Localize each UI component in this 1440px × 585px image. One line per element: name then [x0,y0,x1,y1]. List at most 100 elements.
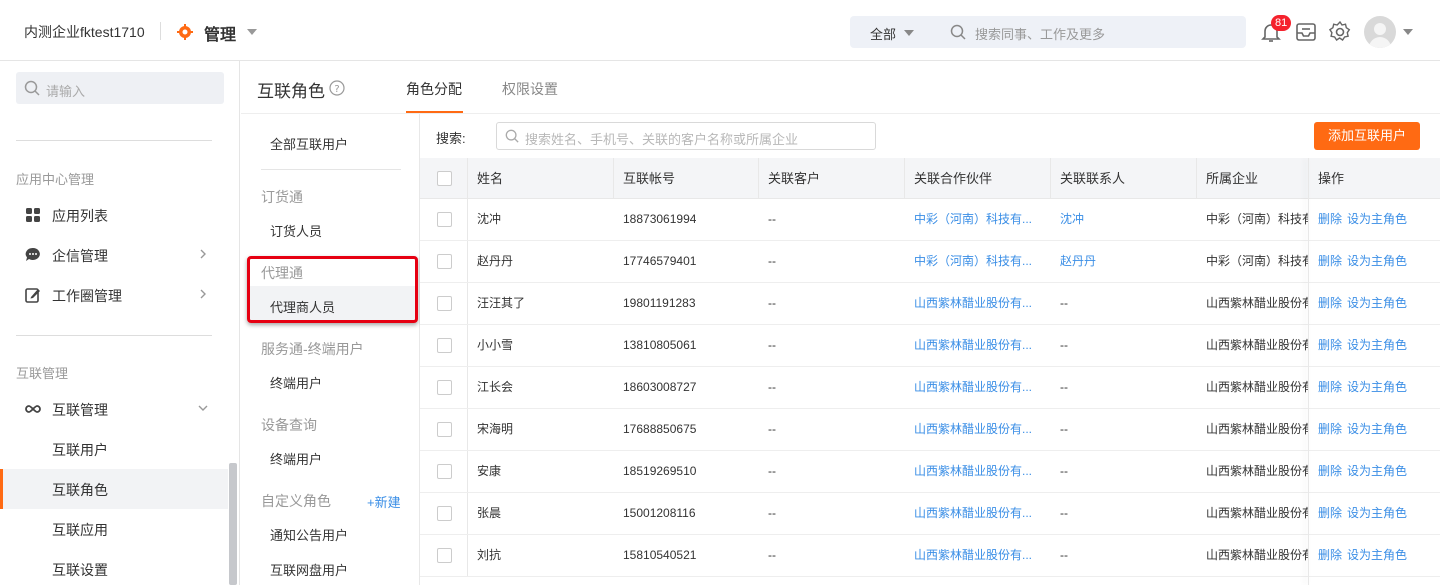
sidebar-item-interconnect-manage[interactable]: 互联管理 [0,389,228,429]
row-checkbox[interactable] [437,464,452,479]
delete-link[interactable]: 删除 [1318,325,1342,366]
table-row[interactable]: 江长会 18603008727 -- 山西紫林醋业股份有... -- 山西紫林醋业股份有删… [420,367,1440,409]
sidebar-search-placeholder: 请输入 [46,84,86,99]
sidebar-item-interconnect-settings[interactable]: 互联设置 [0,549,228,585]
cell-contact: -- [1060,506,1068,520]
avatar[interactable] [1364,16,1396,48]
global-search[interactable]: 全部 搜索同事、工作及更多 [850,16,1246,48]
select-all-checkbox[interactable] [437,171,452,186]
delete-link[interactable]: 删除 [1318,451,1342,492]
role-item-all-users[interactable]: 全部互联用户 [270,134,348,153]
row-checkbox[interactable] [437,380,452,395]
role-item[interactable]: 互联网盘用户 [270,560,348,579]
sidebar-item-interconnect-users[interactable]: 互联用户 [0,429,228,469]
role-item[interactable]: 终端用户 [270,373,322,392]
cell-customer: -- [768,296,776,310]
table-row[interactable]: 刘抗 15810540521 -- 山西紫林醋业股份有... -- 山西紫林醋业股份有 删除… [420,535,1440,577]
sidebar-item-messaging[interactable]: 企信管理 [0,235,228,275]
delete-link[interactable]: 删除 [1318,283,1342,324]
cell-company: 山西紫林醋业股份有 [1206,506,1308,520]
column-header: 所属企业 [1206,171,1259,186]
chevron-down-icon[interactable] [904,30,914,36]
delete-link[interactable]: 删除 [1318,199,1342,240]
cell-partner-link[interactable]: 山西紫林醋业股份有... [914,409,1032,450]
row-checkbox[interactable] [437,254,452,269]
cell-partner-link[interactable]: 山西紫林醋业股份有... [914,535,1032,576]
sidebar-item-interconnect-roles[interactable]: 互联角色 [0,469,228,509]
cell-customer: -- [768,422,776,436]
sidebar-item-workcircle[interactable]: 工作圈管理 [0,275,228,315]
help-icon[interactable]: ? [329,80,345,96]
set-primary-role-link[interactable]: 设为主角色 [1347,241,1407,282]
delete-link[interactable]: 删除 [1318,535,1342,576]
sidebar-search-input[interactable]: 请输入 [16,72,224,104]
delete-link[interactable]: 删除 [1318,493,1342,534]
row-checkbox[interactable] [437,506,452,521]
chevron-down-icon[interactable] [1403,29,1413,35]
column-header: 姓名 [477,171,504,186]
row-checkbox[interactable] [437,548,452,563]
cell-contact[interactable]: 赵丹丹 [1060,241,1096,282]
tab-role-assign[interactable]: 角色分配 [406,79,462,99]
inbox-icon[interactable] [1294,20,1318,44]
table-row[interactable]: 赵丹丹 17746579401 -- 中彩（河南）科技有... 赵丹丹 中彩（河南）科技有… [420,241,1440,283]
cell-customer: -- [768,464,776,478]
global-search-input[interactable]: 搜索同事、工作及更多 [975,24,1105,43]
sidebar-scrollbar[interactable] [229,463,237,585]
table-row[interactable]: 安康 18519269510 -- 山西紫林醋业股份有... -- 山西紫林醋业股份有 删除… [420,451,1440,493]
add-interconnect-user-button[interactable]: 添加互联用户 [1314,122,1420,150]
table-row[interactable]: 沈冲 18873061994 -- 中彩（河南）科技有... 沈冲 中彩（河南）科技有 删除… [420,199,1440,241]
table-row[interactable]: 张晨 15001208116 -- 山西紫林醋业股份有... -- 山西紫林醋业股份有 删除… [420,493,1440,535]
row-checkbox[interactable] [437,212,452,227]
set-primary-role-link[interactable]: 设为主角色 [1347,451,1407,492]
set-primary-role-link[interactable]: 设为主角色 [1347,493,1407,534]
cell-partner-link[interactable]: 山西紫林醋业股份有... [914,325,1032,366]
sidebar-item-label: 互联应用 [52,522,108,538]
cell-partner-link[interactable]: 山西紫林醋业股份有... [914,493,1032,534]
set-primary-role-link[interactable]: 设为主角色 [1347,325,1407,366]
new-role-link[interactable]: +新建 [367,492,401,511]
role-item[interactable]: 订货人员 [270,221,322,240]
set-primary-role-link[interactable]: 设为主角色 [1347,199,1407,240]
sidebar-item-label: 企信管理 [52,248,108,264]
set-primary-role-link[interactable]: 设为主角色 [1347,367,1407,408]
cell-contact: -- [1060,464,1068,478]
set-primary-role-link[interactable]: 设为主角色 [1347,283,1407,324]
row-checkbox[interactable] [437,338,452,353]
search-scope-select[interactable]: 全部 [870,24,896,43]
app-title[interactable]: 管理 [204,21,236,45]
set-primary-role-link[interactable]: 设为主角色 [1347,409,1407,450]
delete-link[interactable]: 删除 [1318,367,1342,408]
chevron-down-icon[interactable] [247,29,257,35]
role-item[interactable]: 通知公告用户 [270,525,348,544]
cell-name: 沈冲 [477,212,502,226]
tab-permission-settings[interactable]: 权限设置 [502,79,558,99]
column-divider [467,451,468,492]
cell-partner-link[interactable]: 中彩（河南）科技有... [914,199,1032,240]
role-list: 全部互联用户 订货通 订货人员 代理通 代理商人员 服务通-终端用户 终端用户 … [241,114,420,585]
table-row[interactable]: 宋海明 17688850675 -- 山西紫林醋业股份有... -- 山西紫林醋业股份有删… [420,409,1440,451]
cell-account: 18603008727 [623,380,697,394]
column-header: 互联帐号 [623,171,676,186]
cell-name: 江长会 [477,380,514,394]
table-row[interactable]: 汪汪其了 19801191283 -- 山西紫林醋业股份有... -- 山西紫林醋业股份有… [420,283,1440,325]
user-search-input[interactable]: 搜索姓名、手机号、关联的客户名称或所属企业 [496,122,876,150]
cell-partner-link[interactable]: 山西紫林醋业股份有... [914,283,1032,324]
row-checkbox[interactable] [437,422,452,437]
sidebar-item-interconnect-apps[interactable]: 互联应用 [0,509,228,549]
set-primary-role-link[interactable]: 设为主角色 [1347,535,1407,576]
cell-contact[interactable]: 沈冲 [1060,199,1084,240]
table-row[interactable]: 小小雪 13810805061 -- 山西紫林醋业股份有... -- 山西紫林醋业股份有删… [420,325,1440,367]
sidebar-group-interconnect: 互联管理 [16,366,69,381]
cell-partner-link[interactable]: 山西紫林醋业股份有... [914,367,1032,408]
notification-badge: 81 [1271,15,1292,31]
delete-link[interactable]: 删除 [1318,241,1342,282]
row-checkbox[interactable] [437,296,452,311]
role-item[interactable]: 终端用户 [270,449,322,468]
cell-partner-link[interactable]: 中彩（河南）科技有... [914,241,1032,282]
gear-icon[interactable] [1328,20,1352,44]
cell-partner-link[interactable]: 山西紫林醋业股份有... [914,451,1032,492]
sidebar-item-app-list[interactable]: 应用列表 [0,195,228,235]
delete-link[interactable]: 删除 [1318,409,1342,450]
cell-customer: -- [768,212,776,226]
